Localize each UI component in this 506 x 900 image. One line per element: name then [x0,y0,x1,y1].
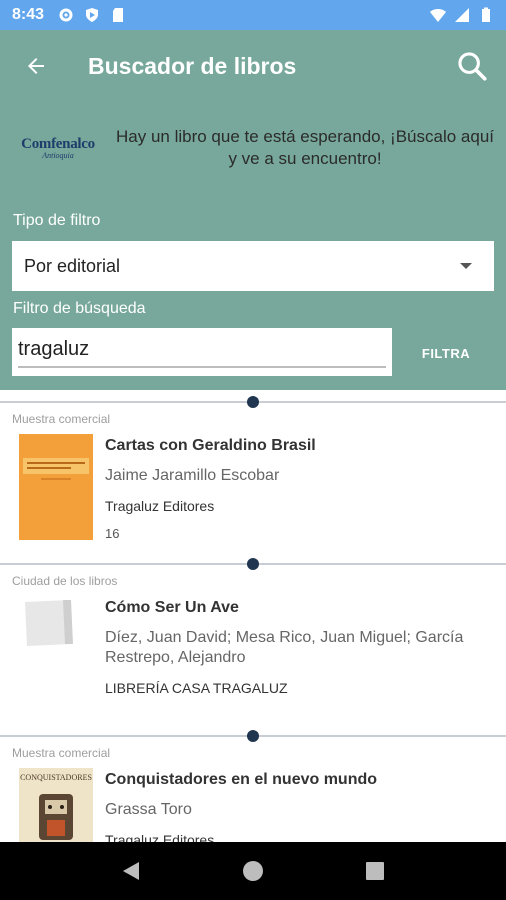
page-title: Buscador de libros [88,52,297,79]
book-cover [19,434,93,545]
status-icons-right [430,7,494,23]
list-divider [0,552,506,574]
shield-icon [86,8,99,22]
search-icon[interactable] [446,40,498,92]
filter-type-label: Tipo de filtro [13,212,101,229]
book-publisher: Tragaluz Editores [105,498,215,514]
list-divider [0,724,506,746]
status-icons-left [58,7,126,23]
book-title: Conquistadores en el nuevo mundo [105,771,378,788]
book-cover: CONQUISTADORES [19,768,93,842]
book-title: Cómo Ser Un Ave [105,599,239,616]
results-list: Muestra comercial Cartas con Geraldino B… [0,390,506,842]
book-author: Jaime Jaramillo Escobar [105,467,280,484]
app-bar: Buscador de libros [0,30,506,102]
search-filter-label: Filtro de búsqueda [13,300,146,317]
filter-button[interactable]: FILTRA [398,338,494,368]
signal-icon [455,8,469,22]
settings-icon [59,8,73,22]
dropdown-caret-icon [460,263,472,269]
list-item[interactable]: Muestra comercial CONQUISTADORES Conquis… [0,746,506,842]
filter-type-select[interactable]: Por editorial [12,241,494,291]
filter-type-value: Por editorial [24,255,121,276]
list-item[interactable]: Muestra comercial Cartas con Geraldino B… [0,412,506,552]
battery-icon [482,7,490,22]
nav-home-icon[interactable] [233,851,273,891]
book-author: Díez, Juan David; Mesa Rico, Juan Miguel… [105,629,464,666]
search-filter-input[interactable]: tragaluz [12,328,392,376]
search-filter-value: tragaluz [18,338,90,360]
item-source: Muestra comercial [12,412,111,426]
svg-text:CONQUISTADORES: CONQUISTADORES [20,773,92,782]
back-arrow-icon[interactable] [8,38,64,94]
list-item[interactable]: Ciudad de los libros Cómo Ser Un Ave Díe… [0,574,506,724]
system-nav-bar [0,842,506,900]
nav-recents-icon[interactable] [355,851,395,891]
filter-panel: Comfenalco Antioquia Hay un libro que te… [0,102,506,390]
banner-message: Hay un libro que te está esperando, ¡Bús… [115,127,495,168]
sd-card-icon [113,8,124,22]
input-underline [18,366,386,368]
nav-back-icon[interactable] [111,851,151,891]
logo-subtext: Antioquia [42,151,74,160]
book-count: 16 [105,526,120,541]
status-time: 8:43 [12,6,45,23]
item-source: Muestra comercial [12,746,111,760]
book-publisher: Tragaluz Editores [105,832,215,842]
book-author: Grassa Toro [105,801,192,818]
wifi-icon [430,9,446,22]
book-title: Cartas con Geraldino Brasil [105,437,316,454]
status-bar: 8:43 [0,0,506,30]
banner: Comfenalco Antioquia Hay un libro que te… [0,118,506,178]
item-source: Ciudad de los libros [12,574,118,588]
book-publisher: LIBRERÍA CASA TRAGALUZ [105,680,288,696]
comfenalco-logo: Comfenalco Antioquia [10,136,106,160]
book-cover-placeholder [19,596,93,696]
list-divider [0,390,506,412]
